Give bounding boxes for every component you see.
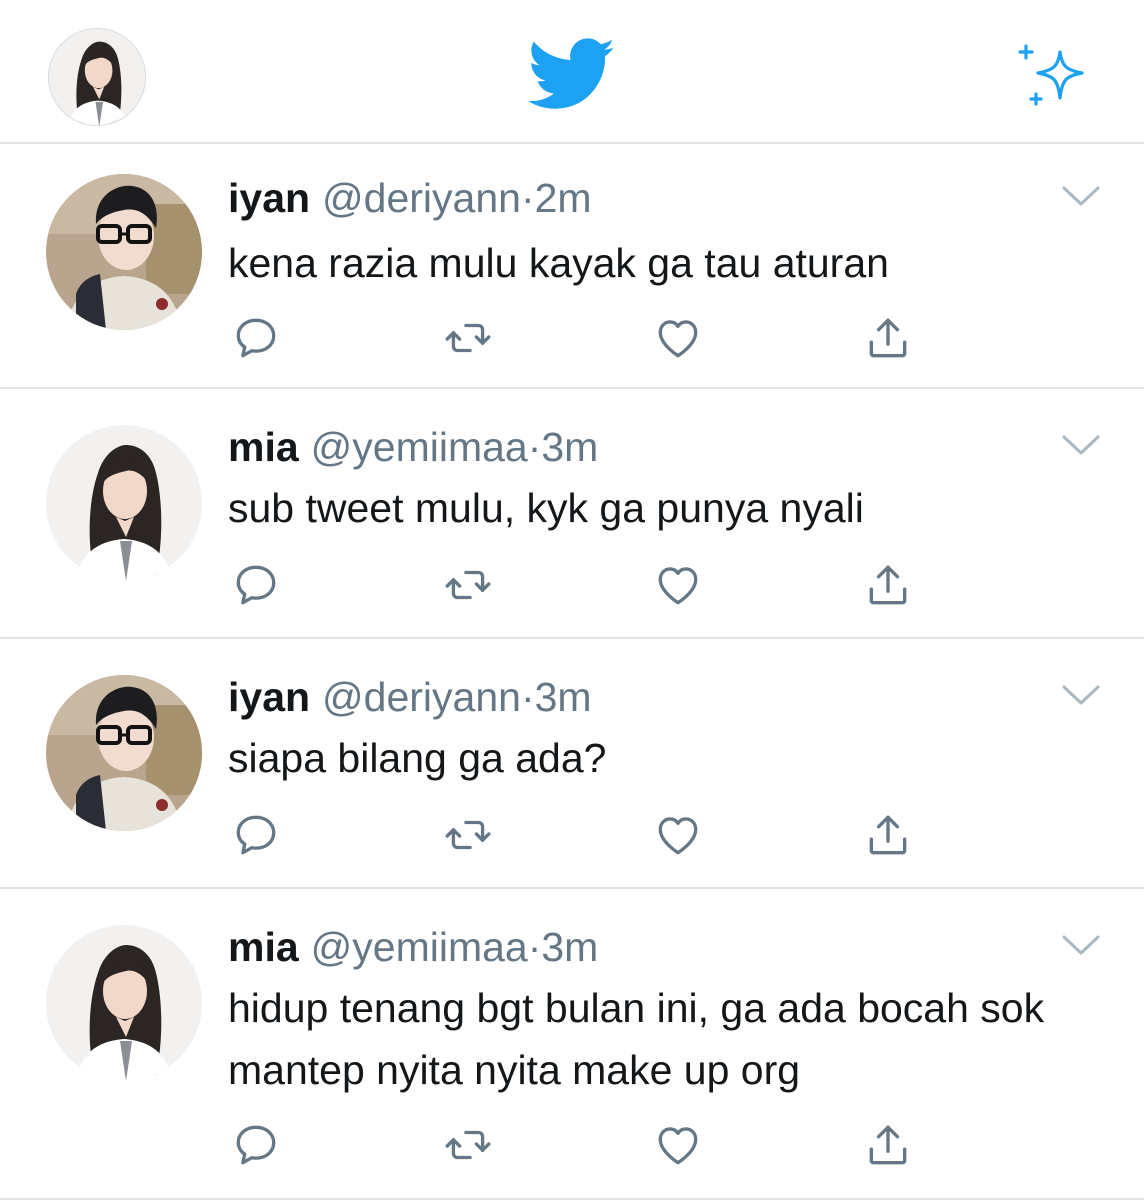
retweet-icon	[443, 1120, 493, 1170]
tweet-header: mia @yemiimaa·3m	[228, 423, 598, 471]
tweet[interactable]: mia @yemiimaa·3m sub tweet mulu, kyk ga p…	[0, 389, 1144, 639]
tweet-actions	[0, 557, 1144, 613]
separator-dot: ·	[527, 924, 542, 970]
reply-button[interactable]	[228, 807, 284, 863]
share-button[interactable]	[860, 310, 916, 366]
timestamp[interactable]: 2m	[535, 175, 592, 221]
retweet-button[interactable]	[440, 807, 496, 863]
handle[interactable]: @deriyann	[322, 175, 521, 221]
tweet-header: mia @yemiimaa·3m	[228, 923, 598, 971]
twitter-bird-icon[interactable]	[528, 38, 616, 112]
avatar-image	[46, 174, 202, 330]
avatar-image	[46, 925, 202, 1081]
share-icon	[863, 313, 913, 363]
like-button[interactable]	[650, 557, 706, 613]
chevron-down-icon[interactable]	[1060, 182, 1102, 210]
chevron-down-icon[interactable]	[1060, 681, 1102, 709]
tweet[interactable]: iyan @deriyann·2m kena razia mulu kayak g…	[0, 144, 1144, 389]
tweet-actions	[0, 310, 1144, 366]
retweet-icon	[443, 313, 493, 363]
tweet-text: sub tweet mulu, kyk ga punya nyali	[228, 485, 864, 531]
share-icon	[863, 1120, 913, 1170]
tweet[interactable]: iyan @deriyann·3m siapa bilang ga ada?	[0, 639, 1144, 889]
display-name[interactable]: mia	[228, 424, 299, 470]
handle[interactable]: @deriyann	[322, 674, 521, 720]
heart-icon	[653, 313, 703, 363]
share-button[interactable]	[860, 557, 916, 613]
tweet-text: hidup tenang bgt bulan ini, ga ada bocah…	[228, 985, 1045, 1093]
reply-icon	[231, 313, 281, 363]
tweet-actions	[0, 1117, 1144, 1173]
retweet-icon	[443, 810, 493, 860]
reply-icon	[231, 810, 281, 860]
tweet-header: iyan @deriyann·3m	[228, 673, 592, 721]
top-bar	[0, 0, 1144, 144]
profile-avatar-image	[49, 29, 146, 126]
share-icon	[863, 560, 913, 610]
tweet-text: siapa bilang ga ada?	[228, 735, 607, 781]
like-button[interactable]	[650, 310, 706, 366]
heart-icon	[653, 560, 703, 610]
separator-dot: ·	[520, 175, 535, 221]
sparkle-icon[interactable]	[1014, 40, 1090, 110]
reply-button[interactable]	[228, 557, 284, 613]
handle[interactable]: @yemiimaa	[311, 424, 528, 470]
tweet-actions	[0, 807, 1144, 863]
heart-icon	[653, 1120, 703, 1170]
chevron-down-icon[interactable]	[1060, 431, 1102, 459]
reply-icon	[231, 560, 281, 610]
share-button[interactable]	[860, 807, 916, 863]
retweet-button[interactable]	[440, 310, 496, 366]
display-name[interactable]: iyan	[228, 175, 310, 221]
tweet-header: iyan @deriyann·2m	[228, 174, 592, 222]
timestamp[interactable]: 3m	[541, 924, 598, 970]
profile-avatar[interactable]	[48, 28, 146, 126]
display-name[interactable]: iyan	[228, 674, 310, 720]
tweet-text: kena razia mulu kayak ga tau aturan	[228, 240, 889, 286]
reply-button[interactable]	[228, 310, 284, 366]
heart-icon	[653, 810, 703, 860]
tweet[interactable]: mia @yemiimaa·3m hidup tenang bgt bulan i…	[0, 889, 1144, 1200]
display-name[interactable]: mia	[228, 924, 299, 970]
handle[interactable]: @yemiimaa	[311, 924, 528, 970]
share-button[interactable]	[860, 1117, 916, 1173]
retweet-button[interactable]	[440, 557, 496, 613]
reply-button[interactable]	[228, 1117, 284, 1173]
like-button[interactable]	[650, 1117, 706, 1173]
chevron-down-icon[interactable]	[1060, 931, 1102, 959]
like-button[interactable]	[650, 807, 706, 863]
retweet-icon	[443, 560, 493, 610]
separator-dot: ·	[527, 424, 542, 470]
separator-dot: ·	[520, 674, 535, 720]
share-icon	[863, 810, 913, 860]
avatar[interactable]	[46, 925, 202, 1081]
retweet-button[interactable]	[440, 1117, 496, 1173]
timestamp[interactable]: 3m	[541, 424, 598, 470]
avatar[interactable]	[46, 174, 202, 330]
timestamp[interactable]: 3m	[535, 674, 592, 720]
reply-icon	[231, 1120, 281, 1170]
